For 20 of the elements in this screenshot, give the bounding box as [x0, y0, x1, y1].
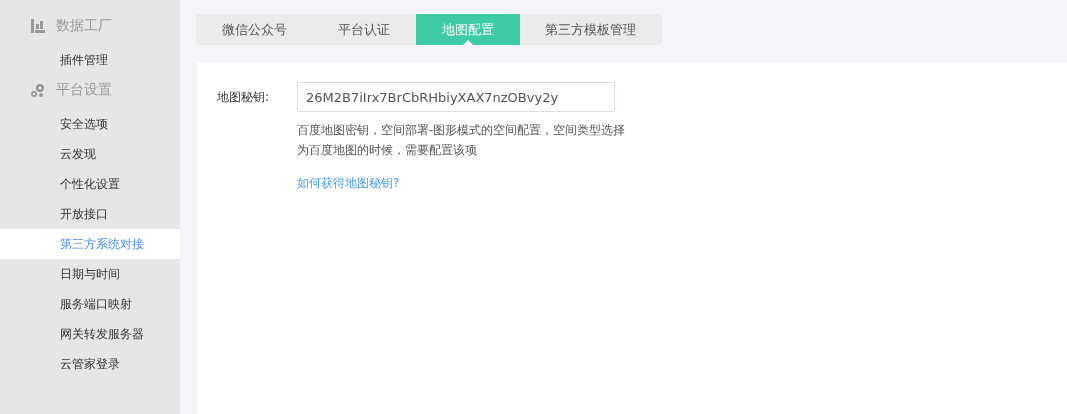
chart-icon	[30, 18, 46, 34]
help-text: 百度地图密钥，空间部署-图形模式的空间配置，空间类型选择为百度地图的时候，需要配置该项	[297, 122, 627, 159]
input-field[interactable]: 26M2B7iIrx7BrCbRHbiyXAX7nzOBvy2y	[297, 82, 615, 112]
sidebar-item[interactable]: 第三方系统对接	[0, 229, 180, 259]
sidebar-item[interactable]: 插件管理	[0, 45, 180, 75]
tab[interactable]: 第三方模板管理	[519, 14, 662, 45]
sidebar-item[interactable]: 网关转发服务器	[0, 319, 180, 349]
section-title: 数据工厂	[56, 17, 112, 35]
sidebar-item[interactable]: 安全选项	[0, 109, 180, 139]
sidebar-item[interactable]: 云发现	[0, 139, 180, 169]
sidebar-item[interactable]: 开放接口	[0, 199, 180, 229]
gears-icon	[30, 82, 46, 98]
tab[interactable]: 平台认证	[312, 14, 416, 45]
sidebar-item[interactable]: 服务端口映射	[0, 289, 180, 319]
tab[interactable]: 微信公众号	[196, 14, 313, 45]
sidebar-item[interactable]: 日期与时间	[0, 259, 180, 289]
section-title: 平台设置	[56, 81, 112, 99]
sidebar-item[interactable]: 个性化设置	[0, 169, 180, 199]
sidebar-item[interactable]: 云管家登录	[0, 349, 180, 379]
field-label: 地图秘钥:	[217, 89, 271, 106]
